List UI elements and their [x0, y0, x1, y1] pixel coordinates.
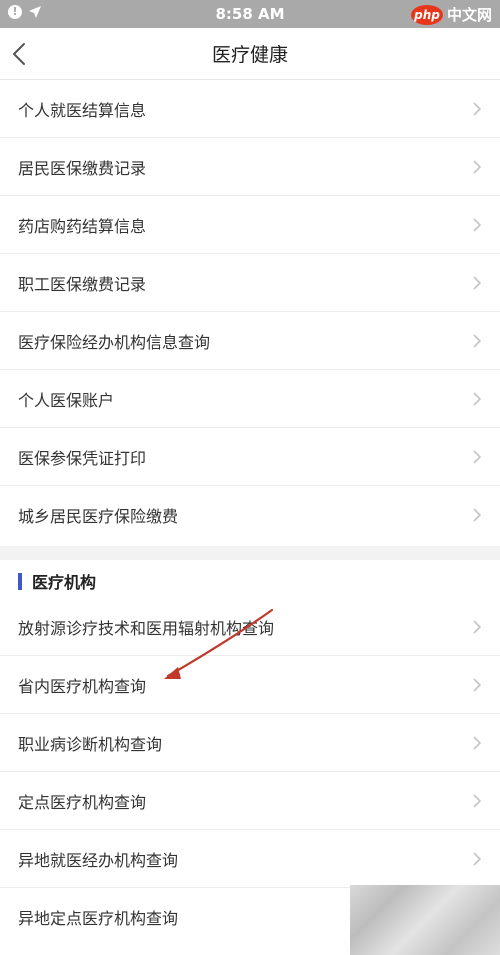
list-item[interactable]: 个人就医结算信息: [0, 80, 500, 138]
list-item[interactable]: 放射源诊疗技术和医用辐射机构查询: [0, 598, 500, 656]
section-divider: [0, 546, 500, 560]
list-item-label: 异地定点医疗机构查询: [18, 909, 179, 928]
list-item-label: 个人医保账户: [18, 390, 115, 410]
chevron-right-icon: [473, 508, 482, 522]
watermark: php 中文网: [410, 4, 492, 25]
list-item[interactable]: 职工医保缴费记录: [0, 254, 500, 312]
chevron-right-icon: [473, 450, 482, 464]
chevron-right-icon: [473, 392, 482, 406]
section-accent-bar: [18, 572, 22, 590]
list-item[interactable]: 异地就医经办机构查询: [0, 830, 500, 888]
list-item-label: 放射源诊疗技术和医用辐射机构查询: [18, 618, 275, 638]
list-item-label: 医保参保凭证打印: [18, 448, 147, 468]
status-bar: ! 8:58 AM php 中文网: [0, 0, 500, 28]
list-item[interactable]: 药店购药结算信息: [0, 196, 500, 254]
chevron-right-icon: [473, 102, 482, 116]
section-header: 医疗机构: [0, 560, 500, 602]
list-item-label: 个人就医结算信息: [18, 100, 147, 120]
list-item-label: 药店购药结算信息: [18, 216, 147, 236]
list-item-label: 城乡居民医疗保险缴费: [18, 507, 179, 526]
list-item-label: 职业病诊断机构查询: [18, 734, 163, 754]
list-item-label: 职工医保缴费记录: [18, 274, 147, 294]
list-item[interactable]: 省内医疗机构查询: [0, 656, 500, 714]
chevron-right-icon: [473, 160, 482, 174]
list-item-label: 医疗保险经办机构信息查询: [18, 332, 211, 352]
list-item-label: 居民医保缴费记录: [18, 158, 147, 178]
list-item-label: 异地就医经办机构查询: [18, 850, 179, 870]
section-title: 医疗机构: [32, 573, 97, 592]
chevron-right-icon: [473, 276, 482, 290]
watermark-logo: php: [410, 4, 443, 25]
list-item[interactable]: 职业病诊断机构查询: [0, 714, 500, 772]
list-item-label: 省内医疗机构查询: [18, 676, 147, 696]
list-item[interactable]: 居民医保缴费记录: [0, 138, 500, 196]
list-item[interactable]: 城乡居民医疗保险缴费: [0, 486, 500, 544]
chevron-right-icon: [473, 736, 482, 750]
chevron-right-icon: [473, 852, 482, 866]
list-item[interactable]: 医保参保凭证打印: [0, 428, 500, 486]
watermark-text: 中文网: [446, 6, 492, 24]
chevron-right-icon: [473, 794, 482, 808]
list-item[interactable]: 医疗保险经办机构信息查询: [0, 312, 500, 370]
list-item[interactable]: 个人医保账户: [0, 370, 500, 428]
health-service-list: 个人就医结算信息 居民医保缴费记录 药店购药结算信息 职工医保缴费记录 医疗保险…: [0, 80, 500, 544]
chevron-right-icon: [473, 334, 482, 348]
blurred-region: [350, 885, 500, 955]
chevron-right-icon: [473, 620, 482, 634]
chevron-right-icon: [473, 218, 482, 232]
page-title: 医疗健康: [211, 44, 288, 66]
list-item-label: 定点医疗机构查询: [18, 792, 147, 812]
list-item[interactable]: 定点医疗机构查询: [0, 772, 500, 830]
chevron-right-icon: [473, 678, 482, 692]
nav-bar: 医疗健康: [0, 28, 500, 80]
